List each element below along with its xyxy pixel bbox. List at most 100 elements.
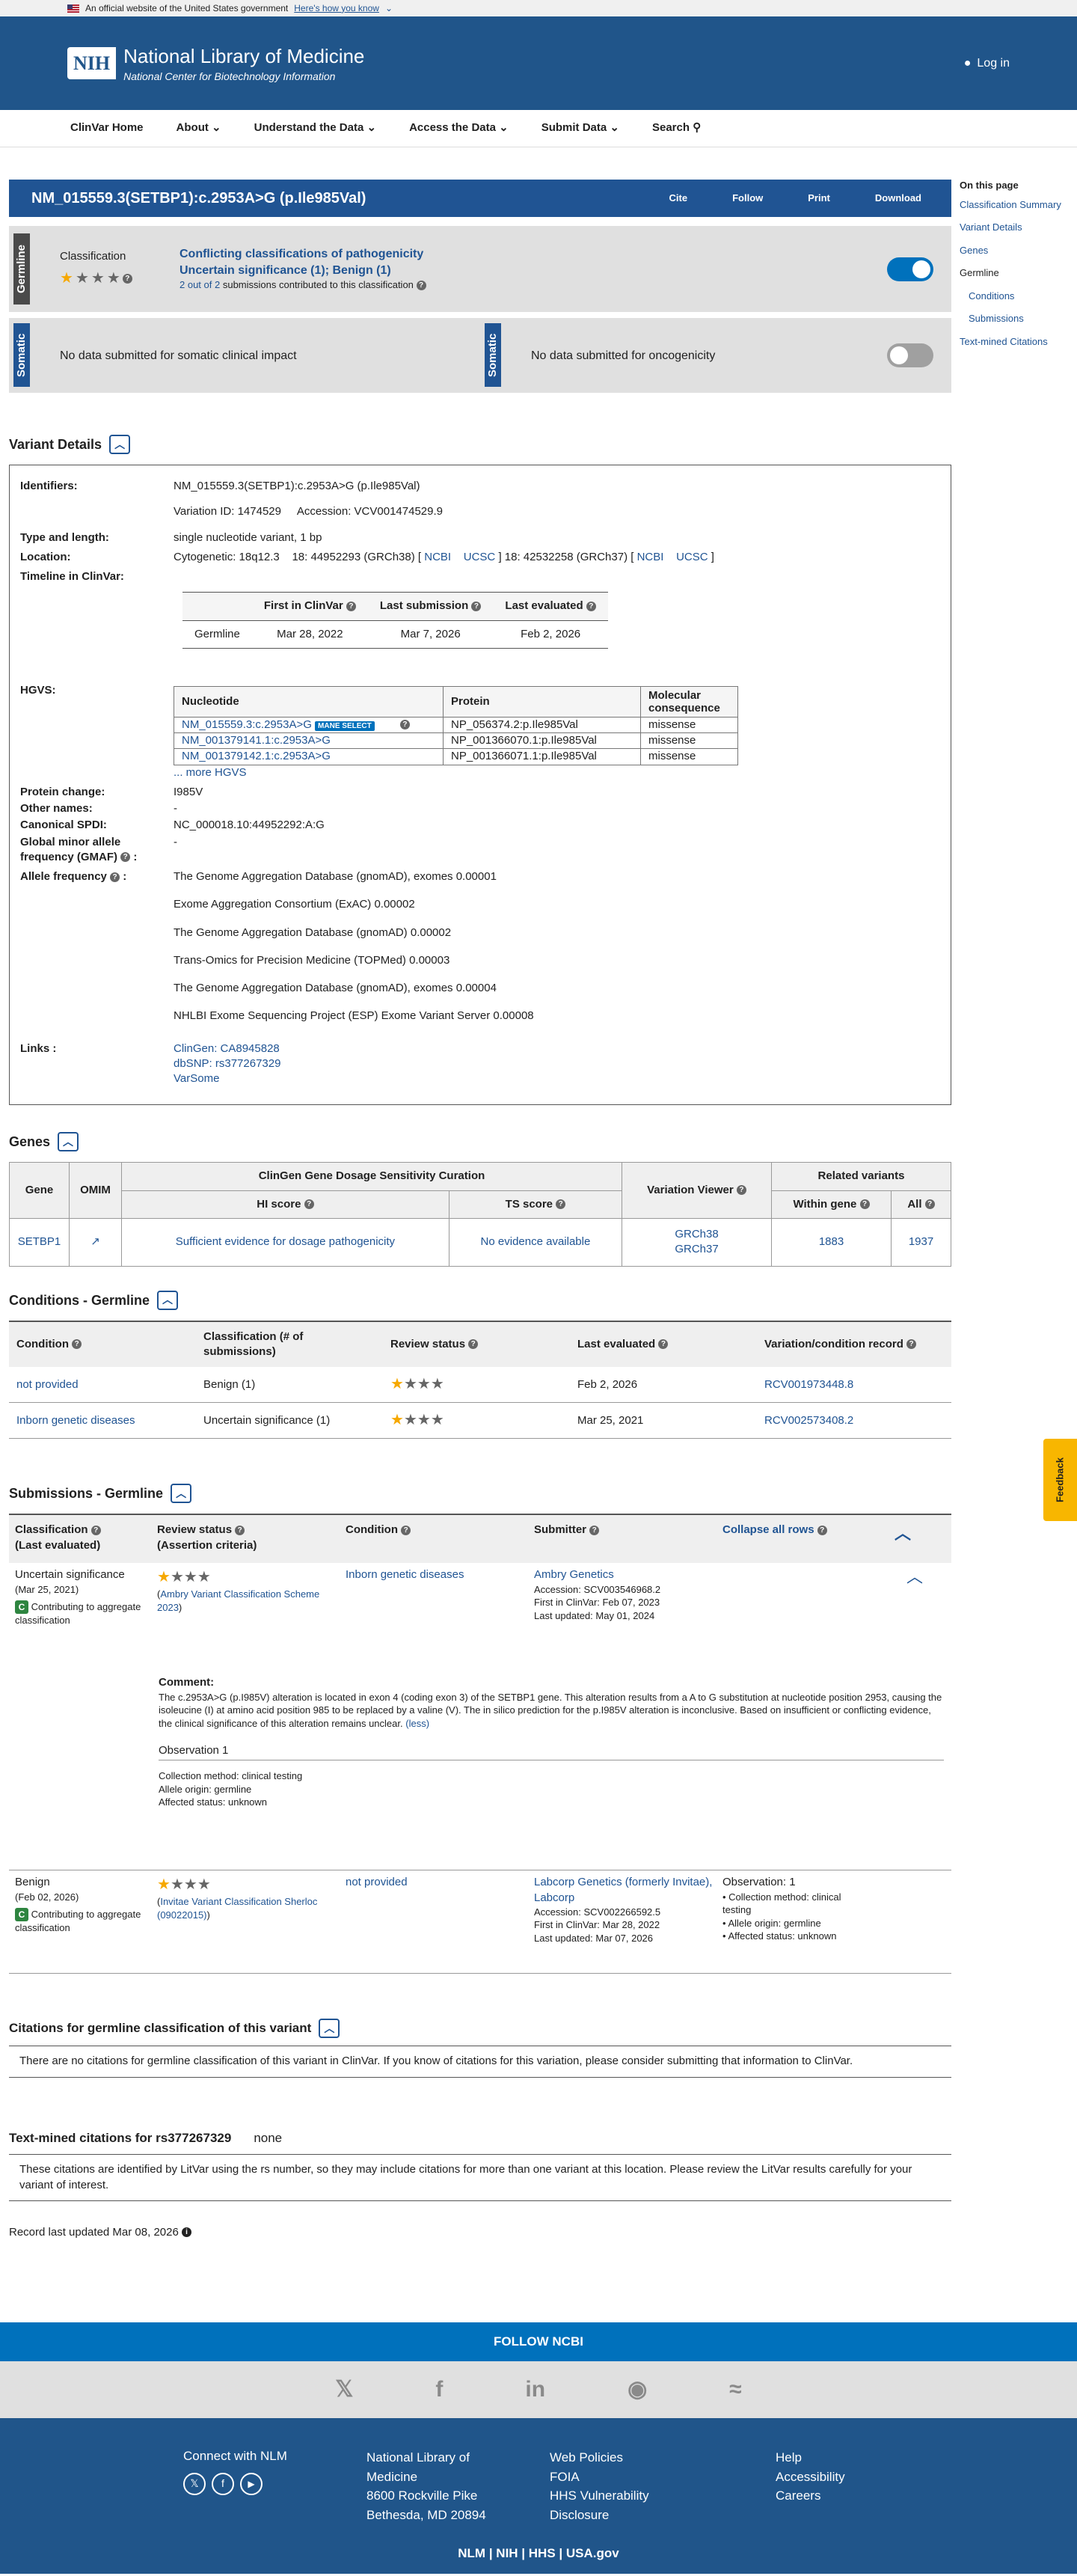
grch37-link[interactable]: GRCh37 bbox=[628, 1242, 765, 1257]
hi-score-link[interactable]: Sufficient evidence for dosage pathogeni… bbox=[121, 1217, 449, 1267]
gene-link[interactable]: SETBP1 bbox=[9, 1217, 70, 1267]
nav-search[interactable]: Search ⚲ bbox=[652, 120, 701, 135]
somatic-summary: Somatic No data submitted for somatic cl… bbox=[9, 318, 951, 393]
careers-link[interactable]: Careers bbox=[776, 2486, 845, 2506]
citations-heading: Citations for germline classification of… bbox=[9, 2019, 951, 2039]
varsome-link[interactable]: VarSome bbox=[174, 1071, 280, 1086]
gmaf-label: Global minor allele frequency (GMAF) ? : bbox=[20, 835, 138, 863]
hgvs-table: Nucleotide Protein Molecular consequence N… bbox=[174, 685, 738, 765]
info-icon: ? bbox=[120, 852, 131, 863]
protein-change-label: Protein change: bbox=[20, 785, 105, 798]
nav-submit[interactable]: Submit Data ⌄ bbox=[541, 120, 619, 135]
submissions-count-text: submissions contributed to this classifi… bbox=[222, 279, 414, 291]
cite-button[interactable]: Cite bbox=[669, 192, 688, 205]
collapse-icon[interactable]: ︿ bbox=[319, 2019, 340, 2039]
assertion-criteria-link[interactable]: Ambry Variant Classification Scheme 2023 bbox=[157, 1588, 319, 1613]
sidebar-item-text-mined[interactable]: Text-mined Citations bbox=[960, 335, 1072, 349]
oncogenicity-text: No data submitted for oncogenicity bbox=[531, 349, 716, 362]
info-icon[interactable]: ? bbox=[416, 281, 426, 291]
ts-score-link[interactable]: No evidence available bbox=[448, 1217, 623, 1267]
accessibility-link[interactable]: Accessibility bbox=[776, 2468, 845, 2487]
hgvs-nucleotide-link[interactable]: NM_015559.3:c.2953A>G bbox=[182, 718, 312, 731]
germline-toggle[interactable] bbox=[887, 257, 933, 281]
clingen-link[interactable]: ClinGen: CA8945828 bbox=[174, 1041, 280, 1056]
rss-icon[interactable]: ≈ bbox=[729, 2375, 741, 2405]
ncbi-link-37[interactable]: NCBI bbox=[637, 551, 664, 563]
submitter-link[interactable]: Ambry Genetics bbox=[534, 1567, 758, 1582]
collapse-icon[interactable]: ︿ bbox=[58, 1132, 79, 1152]
us-flag-icon bbox=[67, 4, 79, 13]
disclosure-link[interactable]: Disclosure bbox=[550, 2506, 649, 2525]
nav-about[interactable]: About ⌄ bbox=[177, 120, 221, 135]
nih-link[interactable]: NIH bbox=[496, 2546, 518, 2560]
accession: Accession: VCV001474529.9 bbox=[296, 505, 443, 518]
hgvs-nucleotide-link[interactable]: NM_001379141.1:c.2953A>G bbox=[182, 734, 331, 747]
condition-link[interactable]: not provided bbox=[9, 1367, 196, 1404]
submissions-header: Classification ? (Last evaluated) Review … bbox=[9, 1514, 951, 1564]
all-variants-link[interactable]: 1937 bbox=[891, 1217, 951, 1267]
download-button[interactable]: Download bbox=[875, 192, 921, 205]
follow-button[interactable]: Follow bbox=[732, 192, 763, 205]
x-icon[interactable]: 𝕏 bbox=[183, 2472, 206, 2495]
hhs-link[interactable]: HHS bbox=[529, 2546, 556, 2560]
contributing-badge-icon: C bbox=[15, 1600, 28, 1615]
print-button[interactable]: Print bbox=[808, 192, 830, 205]
ucsc-link-37[interactable]: UCSC bbox=[676, 551, 708, 563]
collapse-row-icon[interactable]: ︿ bbox=[906, 1566, 923, 1588]
ncbi-link-38[interactable]: NCBI bbox=[424, 551, 451, 563]
genes-heading: Genes ︿ bbox=[9, 1132, 951, 1152]
less-link[interactable]: (less) bbox=[405, 1718, 429, 1729]
within-gene-link[interactable]: 1883 bbox=[771, 1217, 892, 1267]
help-link[interactable]: Help bbox=[776, 2448, 845, 2468]
condition-link[interactable]: Inborn genetic diseases bbox=[9, 1402, 196, 1440]
external-link-icon[interactable]: ↗ bbox=[69, 1217, 122, 1267]
collapse-icon[interactable]: ︿ bbox=[895, 1523, 911, 1555]
facebook-icon[interactable]: f bbox=[435, 2375, 443, 2405]
x-icon[interactable]: 𝕏 bbox=[335, 2375, 353, 2405]
login-button[interactable]: ● Log in bbox=[964, 55, 1010, 72]
facebook-icon[interactable]: f bbox=[212, 2472, 234, 2495]
submission-condition-link[interactable]: not provided bbox=[346, 1875, 534, 1968]
linkedin-icon[interactable]: in bbox=[525, 2375, 545, 2405]
how-you-know-link[interactable]: Here's how you know bbox=[294, 2, 379, 14]
sidebar-item-variant-details[interactable]: Variant Details bbox=[960, 221, 1072, 234]
hgvs-row: NM_015559.3:c.2953A>G MANE SELECT ? NP_05… bbox=[174, 716, 738, 734]
mane-select-badge: MANE SELECT bbox=[315, 721, 375, 731]
rcv-link[interactable]: RCV002573408.2 bbox=[757, 1402, 951, 1440]
youtube-icon[interactable]: ▶ bbox=[240, 2472, 263, 2495]
github-icon[interactable]: ◉ bbox=[628, 2375, 647, 2405]
sidebar-item-conditions[interactable]: Conditions bbox=[960, 290, 1072, 303]
dbsnp-link[interactable]: dbSNP: rs377267329 bbox=[174, 1056, 280, 1071]
sidebar-item-genes[interactable]: Genes bbox=[960, 244, 1072, 257]
gov-banner: An official website of the United States… bbox=[0, 0, 1077, 16]
hgvs-nucleotide-link[interactable]: NM_001379142.1:c.2953A>G bbox=[182, 750, 331, 762]
sidebar-item-submissions[interactable]: Submissions bbox=[960, 312, 1072, 325]
nlm-logo[interactable]: NIH National Library of Medicine Nationa… bbox=[67, 43, 364, 84]
foia-link[interactable]: FOIA bbox=[550, 2468, 649, 2487]
nav-access[interactable]: Access the Data ⌄ bbox=[409, 120, 509, 135]
sidebar-item-classification-summary[interactable]: Classification Summary bbox=[960, 198, 1072, 212]
rcv-link[interactable]: RCV001973448.8 bbox=[757, 1367, 951, 1404]
grch38-link[interactable]: GRCh38 bbox=[628, 1227, 765, 1242]
collapse-icon[interactable]: ︿ bbox=[171, 1484, 192, 1504]
nlm-link[interactable]: NLM bbox=[458, 2546, 485, 2560]
ucsc-link-38[interactable]: UCSC bbox=[464, 551, 496, 563]
collapse-all-button[interactable]: Collapse all rows ? bbox=[722, 1523, 895, 1555]
assertion-criteria-link[interactable]: Invitae Variant Classification Sherloc (… bbox=[157, 1896, 317, 1921]
collapse-icon[interactable]: ︿ bbox=[157, 1290, 179, 1310]
feedback-button[interactable]: Feedback bbox=[1043, 1439, 1077, 1521]
hhs-vuln-link[interactable]: HHS Vulnerability bbox=[550, 2486, 649, 2506]
web-policies-link[interactable]: Web Policies bbox=[550, 2448, 649, 2468]
chevron-down-icon[interactable]: ⌄ bbox=[385, 2, 393, 14]
collapse-icon[interactable]: ︿ bbox=[109, 435, 131, 454]
submitter-link[interactable]: Labcorp Genetics (formerly Invitae), Lab… bbox=[534, 1875, 722, 1906]
more-hgvs-link[interactable]: ... more HGVS bbox=[174, 765, 738, 780]
somatic-toggle[interactable] bbox=[887, 343, 933, 367]
info-icon[interactable]: ? bbox=[122, 274, 132, 284]
classification-status[interactable]: Conflicting classifications of pathogeni… bbox=[180, 246, 426, 263]
usagov-link[interactable]: USA.gov bbox=[566, 2546, 619, 2560]
nav-understand[interactable]: Understand the Data ⌄ bbox=[254, 120, 376, 135]
table-row: not provided Benign (1) ★★★★ Feb 2, 2026 RCV… bbox=[9, 1367, 951, 1404]
submissions-count-link[interactable]: 2 out of 2 bbox=[180, 279, 220, 290]
nav-clinvar-home[interactable]: ClinVar Home bbox=[70, 120, 144, 135]
